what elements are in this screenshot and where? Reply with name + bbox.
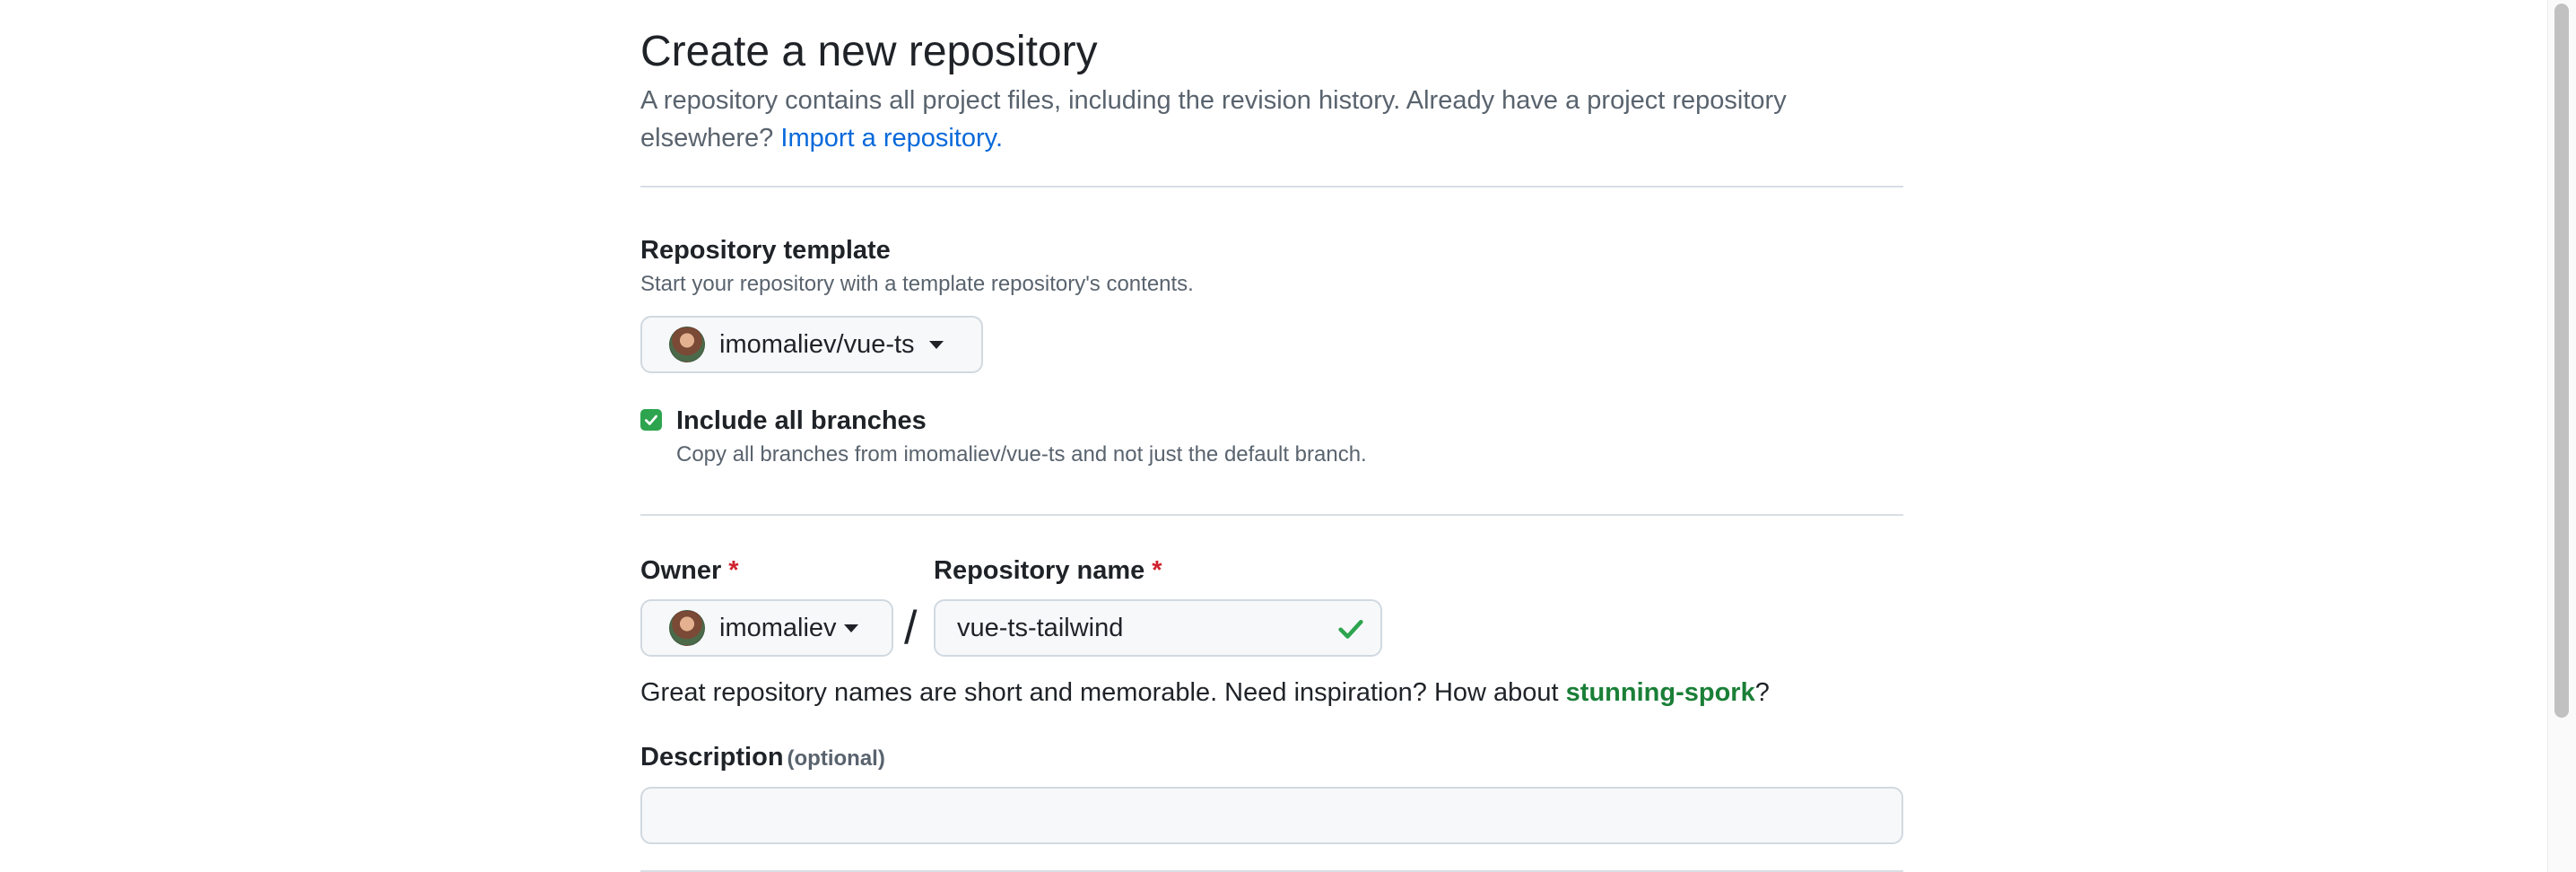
caret-down-icon: [928, 340, 944, 349]
avatar: [669, 327, 705, 362]
repo-name-hint-text: Great repository names are short and mem…: [640, 678, 1559, 707]
check-icon: [1338, 619, 1363, 639]
section-divider: [640, 186, 1903, 187]
caret-down-icon: [843, 623, 858, 632]
owner-select-button[interactable]: imomaliev: [640, 599, 893, 657]
avatar: [669, 610, 705, 646]
import-repository-link[interactable]: Import a repository.: [780, 124, 1003, 153]
description-label-text: Description: [640, 743, 784, 772]
repo-name-hint: Great repository names are short and mem…: [640, 675, 1770, 711]
repo-name-hint-end: ?: [1754, 678, 1770, 707]
owner-label-text: Owner: [640, 556, 722, 585]
optional-marker: (optional): [787, 746, 885, 771]
owner-repo-separator: /: [904, 602, 918, 654]
repo-name-input[interactable]: vue-ts-tailwind: [934, 599, 1382, 657]
scrollbar-thumb[interactable]: [2554, 4, 2569, 718]
repo-name-value: vue-ts-tailwind: [957, 614, 1124, 642]
repo-name-label-text: Repository name: [934, 556, 1145, 585]
template-hint: Start your repository with a template re…: [640, 272, 1194, 296]
page-subtitle: A repository contains all project files,…: [640, 82, 1860, 157]
include-branches-hint: Copy all branches from imomaliev/vue-ts …: [676, 442, 1367, 467]
template-select-button[interactable]: imomaliev/vue-ts: [640, 316, 983, 373]
description-input[interactable]: [640, 787, 1903, 844]
owner-label: Owner *: [640, 553, 739, 589]
section-divider: [640, 514, 1903, 516]
checkmark-icon: [645, 414, 657, 425]
page: Create a new repository A repository con…: [0, 0, 2576, 872]
description-label: Description (optional): [640, 739, 885, 777]
owner-selected-value: imomaliev: [719, 613, 837, 642]
required-marker: *: [1152, 556, 1162, 585]
template-label: Repository template: [640, 236, 891, 265]
repo-name-label: Repository name *: [934, 553, 1162, 589]
include-branches-label[interactable]: Include all branches: [676, 403, 927, 439]
template-selected-value: imomaliev/vue-ts: [719, 329, 915, 359]
include-branches-checkbox[interactable]: [640, 409, 662, 431]
page-title: Create a new repository: [640, 28, 1098, 75]
suggested-name-link[interactable]: stunning-spork: [1566, 678, 1755, 707]
required-marker: *: [728, 556, 739, 585]
